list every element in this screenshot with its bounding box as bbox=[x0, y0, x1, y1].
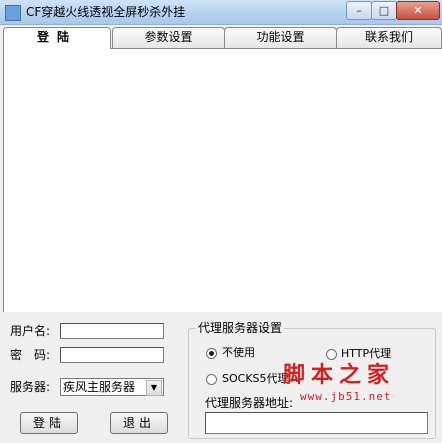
server-select-value: 疾风主服务器 bbox=[63, 380, 136, 394]
server-select[interactable]: 疾风主服务器 ▼ bbox=[60, 378, 164, 396]
tab-contact-us[interactable]: 联系我们 bbox=[336, 27, 442, 48]
server-label: 服务器: bbox=[10, 380, 51, 394]
tab-login[interactable]: 登陆 bbox=[3, 27, 111, 49]
password-input[interactable] bbox=[60, 347, 164, 363]
login-button[interactable]: 登陆 bbox=[20, 412, 78, 434]
app-window: CF穿越火线透视全屏秒杀外挂 – □ ✕ 登陆 参数设置 功能设置 联系我们 用… bbox=[0, 0, 442, 443]
password-label: 密 码: bbox=[10, 348, 51, 362]
title-bar[interactable]: CF穿越火线透视全屏秒杀外挂 – □ ✕ bbox=[0, 0, 442, 25]
tab-bar: 登陆 参数设置 功能设置 联系我们 bbox=[0, 27, 442, 49]
watermark-url: www.jb51.net bbox=[300, 390, 392, 403]
exit-button[interactable]: 退出 bbox=[110, 412, 168, 434]
tab-parameter-settings[interactable]: 参数设置 bbox=[112, 27, 225, 48]
minimize-button[interactable]: – bbox=[346, 1, 372, 20]
proxy-address-input[interactable] bbox=[205, 412, 428, 434]
proxy-http-radio[interactable] bbox=[326, 349, 337, 360]
watermark-logo: 脚本之家 bbox=[283, 362, 396, 388]
maximize-button[interactable]: □ bbox=[371, 1, 397, 20]
app-icon bbox=[5, 5, 21, 21]
tab-function-settings[interactable]: 功能设置 bbox=[224, 27, 337, 48]
proxy-socks5-radio[interactable] bbox=[206, 374, 217, 385]
chevron-down-icon[interactable]: ▼ bbox=[146, 380, 162, 396]
proxy-http-label[interactable]: HTTP代理 bbox=[341, 347, 391, 361]
proxy-address-label: 代理服务器地址: bbox=[205, 396, 294, 410]
username-label: 用户名: bbox=[10, 324, 51, 338]
username-input[interactable] bbox=[60, 323, 164, 339]
window-title: CF穿越火线透视全屏秒杀外挂 bbox=[26, 5, 186, 19]
close-button[interactable]: ✕ bbox=[396, 1, 440, 20]
content-area bbox=[3, 48, 442, 312]
proxy-none-radio[interactable] bbox=[206, 348, 217, 359]
proxy-none-label[interactable]: 不使用 bbox=[222, 346, 255, 360]
proxy-socks5-label[interactable]: SOCKS5代理 bbox=[222, 372, 289, 386]
proxy-group-title: 代理服务器设置 bbox=[196, 320, 285, 336]
